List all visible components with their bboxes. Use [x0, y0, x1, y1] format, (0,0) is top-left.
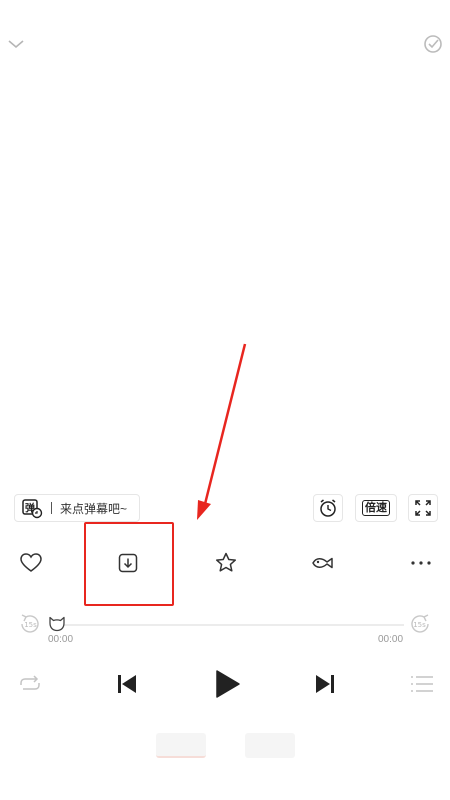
previous-track-button[interactable] [114, 671, 140, 697]
check-circle-icon [424, 35, 442, 53]
fullscreen-button[interactable] [408, 494, 438, 522]
danmu-separator [51, 502, 52, 514]
favorite-button[interactable] [213, 550, 239, 576]
skip-next-icon [316, 675, 334, 693]
danmu-toggle-icon[interactable]: 弹 [21, 497, 43, 519]
repeat-icon [20, 675, 40, 690]
play-button[interactable] [212, 668, 242, 700]
rewind-label: 15s [24, 621, 37, 629]
repeat-mode-button[interactable] [17, 672, 43, 696]
progress-thumb[interactable] [46, 614, 68, 634]
fish-icon [312, 557, 333, 569]
danmu-input-bar[interactable]: 弹 来点弹幕吧~ [14, 494, 140, 522]
more-button[interactable] [408, 550, 434, 576]
playlist-button[interactable] [408, 673, 436, 695]
speed-label: 倍速 [362, 500, 390, 516]
bottom-tab-placeholder-left[interactable] [156, 733, 206, 758]
rewind-icon: 15s [21, 614, 39, 633]
playback-speed-button[interactable]: 倍速 [355, 494, 397, 522]
sleep-timer-button[interactable] [313, 494, 343, 522]
heart-icon [20, 553, 42, 572]
alarm-clock-icon [320, 499, 336, 517]
total-time: 00:00 [378, 634, 404, 645]
progress-bar[interactable] [60, 624, 404, 626]
expand-icon [415, 500, 431, 516]
playlist-icon [411, 676, 433, 692]
star-icon [215, 552, 237, 572]
bottom-tab-placeholder-right[interactable] [245, 733, 295, 758]
rewind-15s-button[interactable]: 15s [17, 611, 43, 637]
fish-button[interactable] [310, 550, 336, 576]
forward-icon: 15s [411, 614, 429, 633]
annotation-arrow [197, 343, 247, 520]
play-icon [216, 670, 240, 698]
chevron-down-icon [8, 40, 24, 49]
skip-previous-icon [118, 675, 136, 693]
more-icon [411, 561, 431, 565]
forward-label: 15s [413, 621, 426, 629]
top-right-button[interactable] [422, 33, 444, 55]
current-time: 00:00 [48, 634, 74, 645]
highlight-annotation-box [84, 522, 174, 606]
collapse-button[interactable] [6, 36, 26, 52]
like-button[interactable] [18, 550, 44, 576]
next-track-button[interactable] [312, 671, 338, 697]
cat-thumb-icon [49, 616, 65, 632]
danmu-placeholder: 来点弹幕吧~ [60, 501, 128, 516]
forward-15s-button[interactable]: 15s [407, 611, 433, 637]
